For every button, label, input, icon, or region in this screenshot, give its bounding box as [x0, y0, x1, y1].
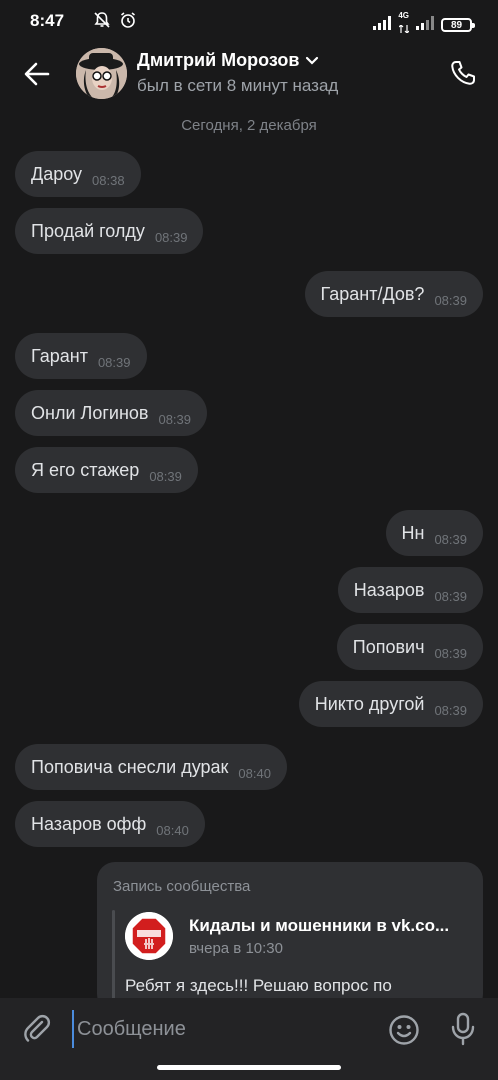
message-input[interactable] [72, 1010, 372, 1048]
repost-label: Запись сообщества [113, 878, 251, 895]
repost-quote-bar [112, 910, 115, 1005]
message-time: 08:39 [154, 229, 188, 245]
message-time: 08:40 [156, 822, 189, 838]
message-text: Никто другой [314, 693, 425, 714]
message-text: Гарант [31, 345, 88, 366]
repost-date: вчера в 10:30 [189, 940, 283, 957]
community-name[interactable]: Кидалы и мошенники в vk.co... [189, 916, 469, 936]
message-time: 08:39 [434, 588, 467, 604]
message-bubble-outgoing[interactable]: Нн 08:39 [385, 510, 483, 556]
message-bubble-incoming[interactable]: Я его стажер 08:39 [15, 447, 198, 493]
message-time: 08:39 [434, 531, 467, 547]
message-text: Назаров офф [31, 813, 147, 834]
microphone-icon [451, 1012, 475, 1046]
message-bubble-outgoing[interactable]: Гарант/Дов? 08:39 [304, 271, 483, 317]
message-time: 08:38 [92, 172, 125, 188]
attach-button[interactable] [20, 1012, 54, 1046]
message-text: Назаров [353, 579, 425, 600]
message-bubble-incoming[interactable]: Дароу 08:38 [15, 151, 141, 197]
message-time: 08:39 [434, 292, 467, 308]
repost-text: Ребят я здесь!!! Решаю вопрос по [125, 976, 392, 995]
message-text: Продай голду [31, 220, 145, 241]
smiley-icon [389, 1015, 419, 1045]
message-bubble-outgoing[interactable]: Назаров 08:39 [337, 567, 483, 613]
message-text: Дароу [31, 163, 83, 184]
message-text: Онли Логинов [31, 402, 149, 423]
message-bubble-incoming[interactable]: Назаров офф 08:40 [15, 801, 205, 847]
message-time: 08:39 [434, 645, 467, 661]
message-bubble-incoming[interactable]: Гарант 08:39 [15, 333, 147, 379]
stop-sign-icon [125, 912, 173, 960]
message-time: 08:40 [238, 765, 271, 781]
message-time: 08:39 [149, 468, 182, 484]
message-text: Гарант/Дов? [320, 283, 425, 304]
message-bubble-outgoing[interactable]: Никто другой 08:39 [298, 681, 483, 727]
home-indicator [157, 1065, 341, 1070]
repost-card[interactable]: Запись сообщества Кидалы и мошенники в v… [97, 862, 483, 1012]
message-bubble-outgoing[interactable]: Попович 08:39 [336, 624, 483, 670]
emoji-button[interactable] [386, 1012, 422, 1048]
paperclip-icon [24, 1014, 51, 1042]
message-bubble-incoming[interactable]: Поповича снесли дурак 08:40 [15, 744, 287, 790]
message-bubble-incoming[interactable]: Продай голду 08:39 [15, 208, 204, 254]
message-text: Я его стажер [31, 459, 140, 480]
message-text: Нн [401, 522, 425, 543]
message-time: 08:39 [158, 411, 192, 427]
message-time: 08:39 [97, 354, 131, 370]
message-text: Поповича снесли дурак [31, 756, 229, 777]
message-list: Дароу 08:38 Продай голду 08:39 Гарант/До… [0, 0, 498, 1012]
community-logo[interactable] [125, 912, 173, 960]
message-time: 08:39 [434, 702, 467, 718]
message-bubble-incoming[interactable]: Онли Логинов 08:39 [15, 390, 208, 436]
message-text: Попович [352, 636, 425, 657]
voice-message-button[interactable] [446, 1011, 480, 1047]
message-composer [0, 998, 498, 1080]
